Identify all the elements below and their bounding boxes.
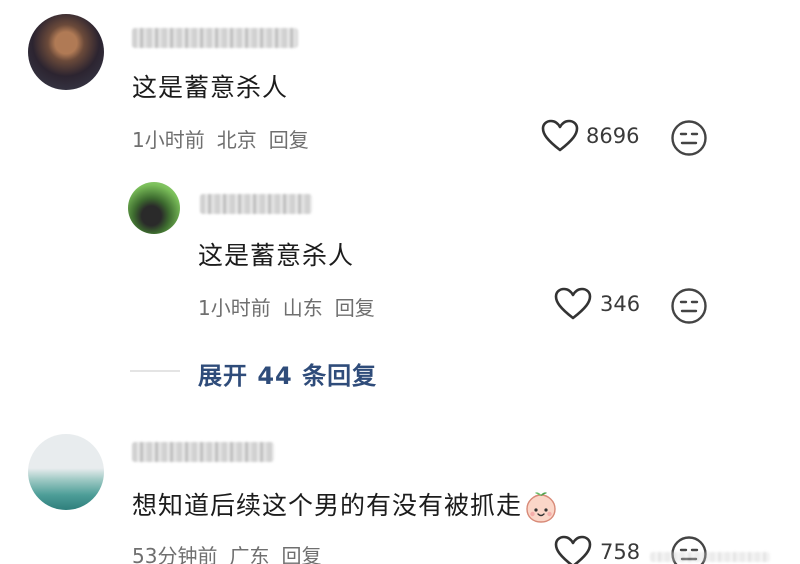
username-blurred[interactable] [200,194,312,214]
comment-meta: 1小时前 北京 回复 [132,124,321,153]
like-count: 8696 [586,124,640,148]
comment-time: 1小时前 [198,296,271,320]
comment-text-body: 想知道后续这个男的有没有被抓走 [132,491,523,520]
neutral-face-icon[interactable] [670,119,708,157]
reply-button[interactable]: 回复 [335,296,375,320]
avatar[interactable] [28,14,104,90]
reply-button[interactable]: 回复 [281,544,321,564]
avatar[interactable] [28,434,104,510]
comment-location: 北京 [216,128,257,152]
peach-face-emoji-icon [524,490,558,524]
comment-time: 1小时前 [132,128,205,152]
comment-text: 这是蓄意杀人 [132,73,289,102]
expand-replies-button[interactable]: 展开 44 条回复 [198,356,377,391]
neutral-face-icon[interactable] [670,287,708,325]
comment-time: 53分钟前 [132,544,218,564]
comment-location: 山东 [282,296,323,320]
watermark [650,552,770,562]
avatar[interactable] [128,182,180,234]
reply-button[interactable]: 回复 [269,128,309,152]
comment-location: 广东 [229,544,270,564]
username-blurred[interactable] [132,28,298,48]
comment-text: 这是蓄意杀人 [198,241,355,270]
heart-outline-icon[interactable] [541,119,579,153]
heart-outline-icon[interactable] [554,287,592,321]
comment-text: 想知道后续这个男的有没有被抓走 [132,486,558,524]
like-count: 758 [600,540,641,564]
comment-meta: 53分钟前 广东 回复 [132,540,333,564]
expand-divider [130,370,180,372]
comment-meta: 1小时前 山东 回复 [198,292,387,321]
heart-outline-icon[interactable] [554,535,592,564]
like-count: 346 [600,292,641,316]
username-blurred[interactable] [132,442,274,462]
